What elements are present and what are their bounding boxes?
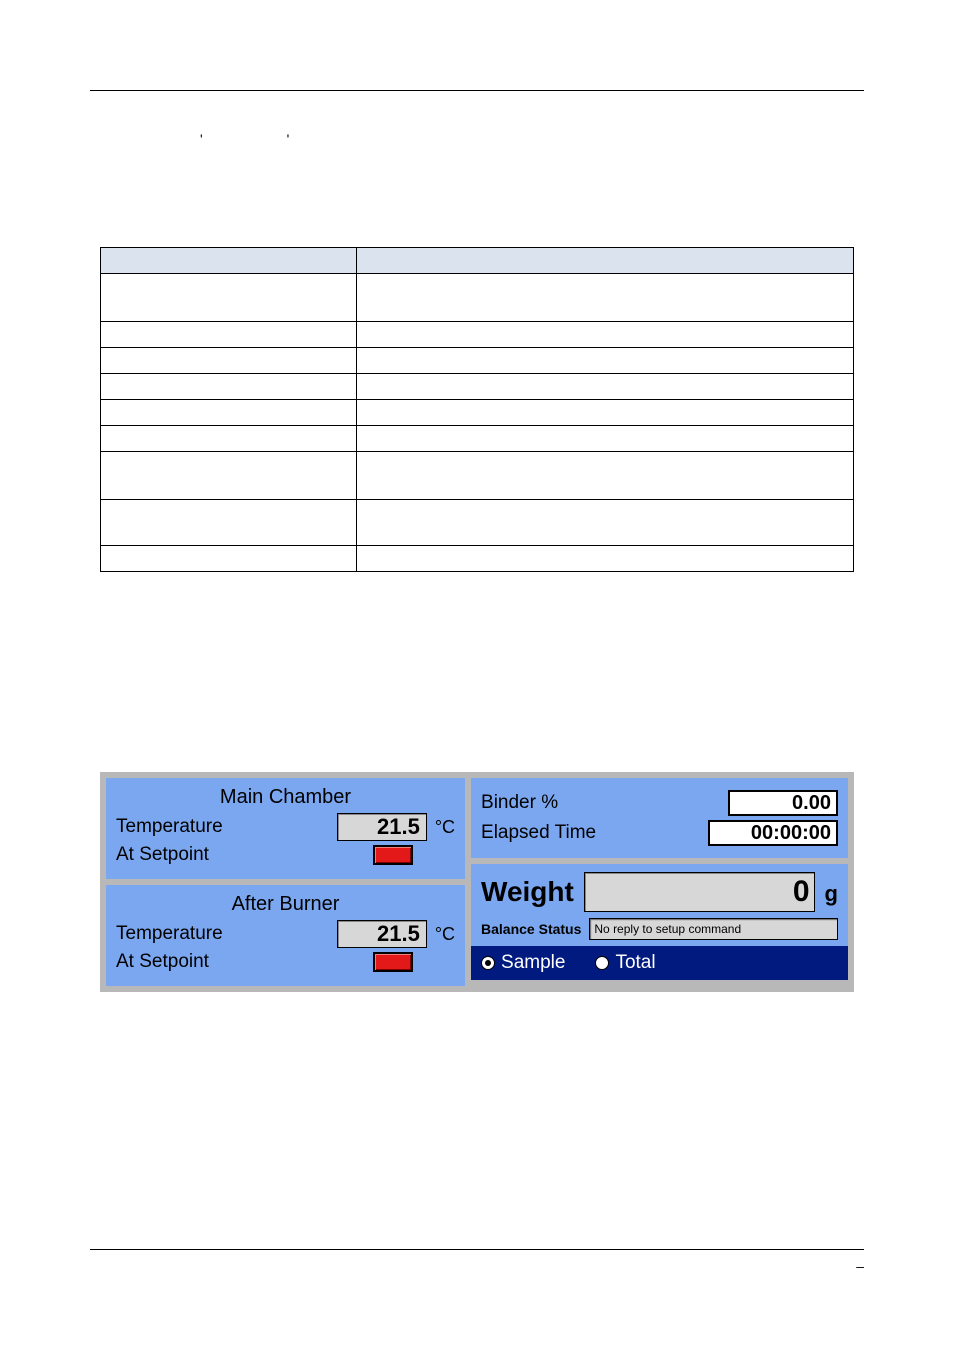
binder-label: Binder % [481, 792, 558, 814]
after-burner-pane: After Burner Temperature 21.5 °C At Setp… [106, 885, 465, 986]
weight-unit: g [825, 881, 838, 907]
elapsed-value: 00:00:00 [708, 820, 838, 846]
main-setpoint-indicator [373, 845, 413, 865]
radio-sample[interactable]: Sample [481, 952, 565, 974]
after-temp-value: 21.5 [337, 920, 427, 948]
after-setpoint-label: At Setpoint [116, 951, 209, 973]
table-row [101, 500, 854, 546]
binder-time-pane: Binder % 0.00 Elapsed Time 00:00:00 [471, 778, 848, 858]
weight-mode-radios: Sample Total [471, 946, 848, 980]
table-row [101, 374, 854, 400]
table-row [101, 452, 854, 500]
main-setpoint-label: At Setpoint [116, 844, 209, 866]
elapsed-label: Elapsed Time [481, 822, 596, 844]
radio-total-label: Total [615, 952, 655, 974]
parameter-table [100, 247, 854, 572]
top-rule [90, 90, 864, 91]
main-temp-label: Temperature [116, 816, 223, 838]
table-row [101, 400, 854, 426]
weight-label: Weight [481, 876, 574, 908]
table-row [101, 348, 854, 374]
table-row [101, 322, 854, 348]
main-chamber-title: Main Chamber [116, 786, 455, 809]
weight-pane: Weight 0 g Balance Status No reply to se… [471, 864, 848, 980]
table-row [101, 274, 854, 322]
radio-total[interactable]: Total [595, 952, 655, 974]
table-row [101, 546, 854, 572]
radio-sample-label: Sample [501, 952, 565, 974]
main-chamber-pane: Main Chamber Temperature 21.5 °C At Setp… [106, 778, 465, 879]
table-row [101, 426, 854, 452]
main-temp-value: 21.5 [337, 813, 427, 841]
balance-status-value: No reply to setup command [589, 918, 838, 940]
quote-marks: ' ' [200, 131, 874, 147]
balance-status-label: Balance Status [481, 921, 581, 937]
status-panel: Main Chamber Temperature 21.5 °C At Setp… [100, 772, 854, 992]
table-header-row [101, 248, 854, 274]
after-setpoint-indicator [373, 952, 413, 972]
binder-value: 0.00 [728, 790, 838, 816]
footer-dash: – [856, 1258, 864, 1274]
after-burner-title: After Burner [116, 893, 455, 916]
weight-value: 0 [584, 872, 815, 912]
radio-icon [481, 956, 495, 970]
after-temp-unit: °C [435, 924, 455, 945]
main-temp-unit: °C [435, 817, 455, 838]
radio-icon [595, 956, 609, 970]
bottom-rule [90, 1249, 864, 1250]
after-temp-label: Temperature [116, 923, 223, 945]
